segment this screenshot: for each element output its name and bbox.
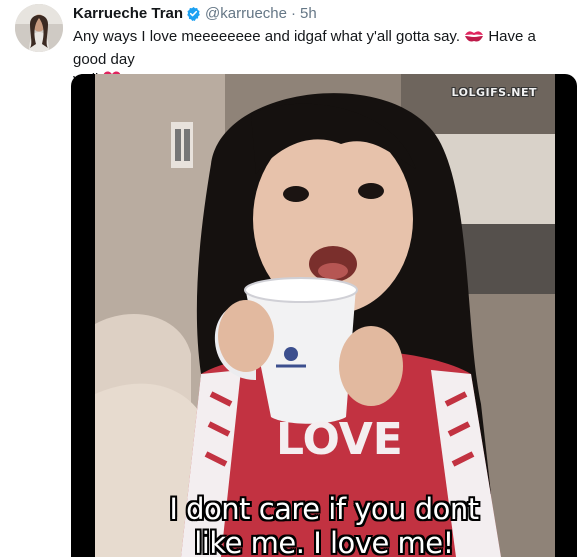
tweet-header: Karrueche Tran @karrueche · 5h bbox=[73, 3, 317, 23]
kiss-mark-icon bbox=[464, 28, 484, 50]
gif-caption-line1: I dont care if you dont bbox=[169, 492, 479, 526]
gif-frame-illustration: LOVE bbox=[95, 74, 555, 557]
tweet[interactable]: Karrueche Tran @karrueche · 5h Any ways … bbox=[0, 0, 586, 557]
timestamp[interactable]: 5h bbox=[300, 5, 317, 22]
author-name[interactable]: Karrueche Tran bbox=[73, 5, 183, 22]
separator-dot: · bbox=[290, 4, 296, 22]
avatar-photo bbox=[15, 4, 63, 52]
author-handle[interactable]: @karrueche bbox=[205, 5, 287, 22]
gif-caption-line2: like me. I love me! bbox=[194, 526, 454, 557]
mug-shirt-text: LOVE bbox=[276, 414, 403, 465]
verified-badge-icon bbox=[186, 6, 201, 21]
avatar[interactable] bbox=[15, 4, 63, 52]
tweet-text-line1: Any ways I love meeeeeeee and idgaf what… bbox=[73, 28, 460, 45]
gif-watermark: LOLGIFS.NET bbox=[451, 86, 537, 99]
tweet-media-gif[interactable]: LOVE LOLGIFS.NET I dont care if you dont… bbox=[71, 74, 577, 557]
